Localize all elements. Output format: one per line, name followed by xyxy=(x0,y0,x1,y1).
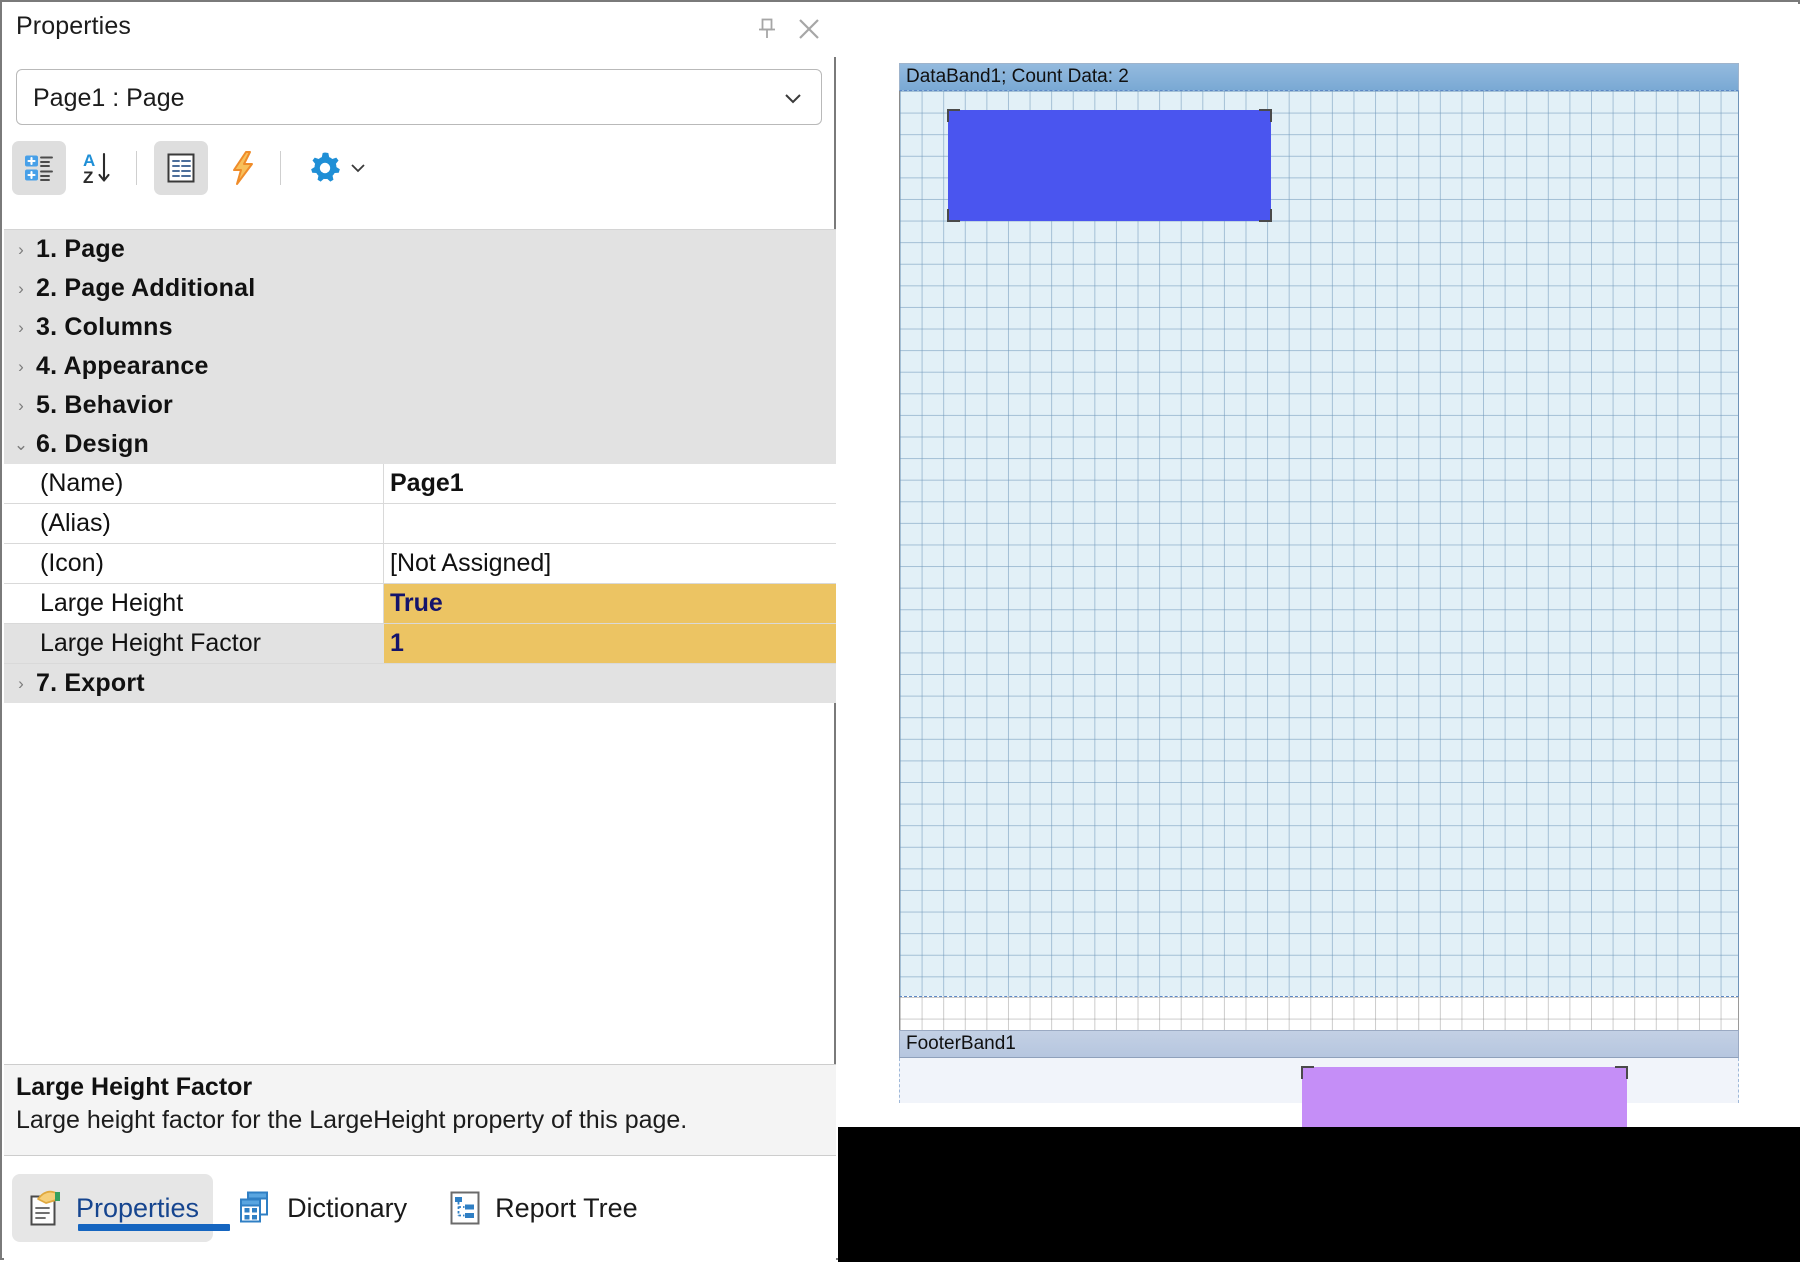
property-pages-button[interactable] xyxy=(154,141,208,195)
chevron-right-icon: › xyxy=(18,674,24,693)
property-grid: › 1. Page › 2. Page Additional › 3. Colu… xyxy=(4,229,836,703)
resize-handle-top-left[interactable] xyxy=(1301,1066,1314,1079)
chevron-right-icon: › xyxy=(18,279,24,298)
resize-handle-bottom-right[interactable] xyxy=(1259,209,1272,222)
properties-hand-page-icon xyxy=(26,1186,66,1230)
property-name: (Alias) xyxy=(4,504,384,543)
panel-title: Properties xyxy=(16,12,131,40)
category-row-behavior[interactable]: › 5. Behavior xyxy=(4,386,836,425)
report-page: DataBand1; Count Data: 2 FooterBand1 xyxy=(899,63,1739,1127)
property-row-icon[interactable]: (Icon) [Not Assigned] xyxy=(4,544,836,584)
settings-button[interactable] xyxy=(298,141,374,195)
property-row-large-height-factor[interactable]: Large Height Factor 1 xyxy=(4,624,836,664)
tab-dictionary[interactable]: Dictionary xyxy=(223,1174,421,1242)
band-header-databand1[interactable]: DataBand1; Count Data: 2 xyxy=(899,63,1739,91)
tab-active-underline xyxy=(78,1224,230,1231)
property-value[interactable]: True xyxy=(384,584,836,623)
tab-label: Report Tree xyxy=(495,1192,638,1223)
resize-handle-bottom-left[interactable] xyxy=(947,209,960,222)
pin-icon[interactable] xyxy=(750,12,784,46)
chevron-right-icon: › xyxy=(18,240,24,259)
occluded-region xyxy=(838,1127,1800,1262)
category-label: 4. Appearance xyxy=(36,352,209,380)
category-row-design[interactable]: ⌄ 6. Design xyxy=(4,425,836,464)
property-description-pane: Large Height Factor Large height factor … xyxy=(4,1064,836,1156)
property-row-large-height[interactable]: Large Height True xyxy=(4,584,836,624)
tab-properties[interactable]: Properties xyxy=(12,1174,230,1242)
property-row-alias[interactable]: (Alias) xyxy=(4,504,836,544)
band-header-footerband1[interactable]: FooterBand1 xyxy=(899,1030,1739,1058)
dictionary-table-icon xyxy=(237,1186,277,1230)
chevron-right-icon: › xyxy=(18,318,24,337)
close-icon[interactable] xyxy=(792,12,826,46)
property-value[interactable] xyxy=(384,504,836,543)
page-free-space[interactable] xyxy=(899,996,1739,1030)
property-value[interactable]: Page1 xyxy=(384,464,836,503)
events-button[interactable] xyxy=(216,141,270,195)
description-title: Large Height Factor xyxy=(16,1073,253,1101)
category-label: 6. Design xyxy=(36,430,149,458)
footerband1-body[interactable] xyxy=(899,1058,1739,1127)
resize-handle-top-right[interactable] xyxy=(1615,1066,1628,1079)
chevron-down-icon: ⌄ xyxy=(13,435,29,454)
properties-panel-titlebar: Properties xyxy=(4,4,836,57)
application-window: Properties Page1 : Page A Z › 1. Page › … xyxy=(0,0,1800,1262)
tab-label: Dictionary xyxy=(287,1192,408,1223)
panel-tab-bar: Properties Dictionary Report Tree xyxy=(4,1156,836,1260)
description-text: Large height factor for the LargeHeight … xyxy=(16,1106,688,1134)
property-name: (Name) xyxy=(4,464,384,503)
property-name: Large Height Factor xyxy=(4,624,384,663)
resize-handle-top-right[interactable] xyxy=(1259,109,1272,122)
tab-label: Properties xyxy=(76,1192,200,1223)
category-row-export[interactable]: › 7. Export xyxy=(4,664,836,703)
chevron-right-icon: › xyxy=(18,357,24,376)
databand1-body[interactable] xyxy=(899,91,1739,996)
report-tree-icon xyxy=(445,1186,485,1230)
toolbar-separator-2 xyxy=(280,151,281,185)
properties-toolbar: A Z xyxy=(12,137,832,199)
toolbar-separator-1 xyxy=(136,151,137,185)
category-label: 7. Export xyxy=(36,669,145,697)
gear-icon xyxy=(311,152,340,182)
property-name: Large Height xyxy=(4,584,384,623)
category-label: 3. Columns xyxy=(36,313,173,341)
resize-handle-top-left[interactable] xyxy=(947,109,960,122)
category-row-appearance[interactable]: › 4. Appearance xyxy=(4,347,836,386)
property-value[interactable]: 1 xyxy=(384,624,836,663)
tab-report-tree[interactable]: Report Tree xyxy=(431,1174,652,1242)
category-label: 2. Page Additional xyxy=(36,274,256,302)
svg-text:Z: Z xyxy=(83,168,93,187)
alphabetical-sort-button[interactable]: A Z xyxy=(70,141,124,195)
category-row-columns[interactable]: › 3. Columns xyxy=(4,308,836,347)
property-row-name[interactable]: (Name) Page1 xyxy=(4,464,836,504)
property-value[interactable]: [Not Assigned] xyxy=(384,544,836,583)
category-row-page-additional[interactable]: › 2. Page Additional xyxy=(4,269,836,308)
category-label: 5. Behavior xyxy=(36,391,173,419)
properties-panel: Properties Page1 : Page A Z › 1. Page › … xyxy=(4,4,836,1260)
category-label: 1. Page xyxy=(36,235,125,263)
blue-component[interactable] xyxy=(947,109,1272,222)
property-name: (Icon) xyxy=(4,544,384,583)
chevron-right-icon: › xyxy=(18,396,24,415)
report-designer-canvas[interactable]: DataBand1; Count Data: 2 FooterBand1 xyxy=(838,4,1800,1260)
object-selector-value: Page1 : Page xyxy=(33,84,185,112)
chevron-down-icon xyxy=(351,164,365,173)
category-row-page[interactable]: › 1. Page xyxy=(4,230,836,269)
object-selector-combobox[interactable]: Page1 : Page xyxy=(16,69,822,125)
categorized-view-button[interactable] xyxy=(12,141,66,195)
purple-component[interactable] xyxy=(1301,1066,1628,1127)
chevron-down-icon xyxy=(779,84,807,112)
